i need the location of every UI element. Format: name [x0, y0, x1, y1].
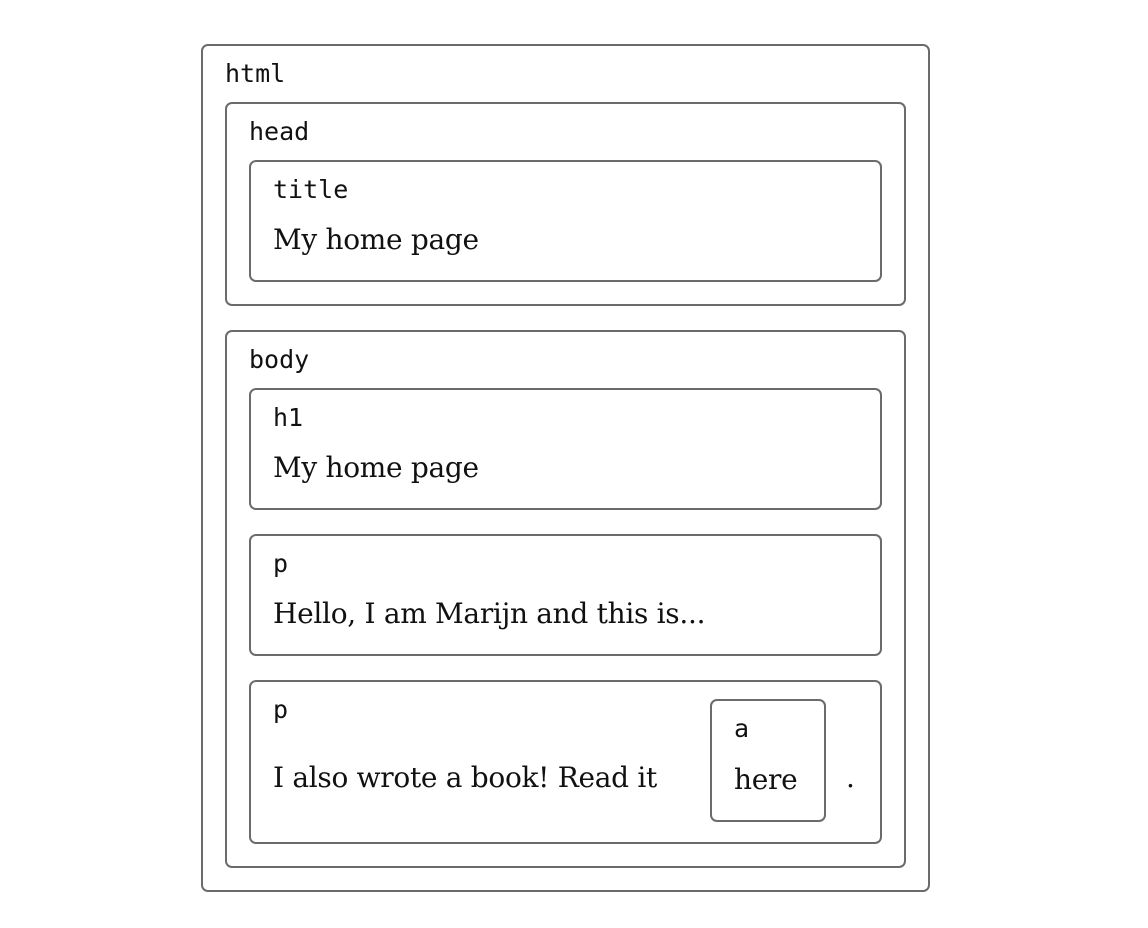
body-node-tag: body: [249, 345, 310, 374]
a-node-tag: a: [734, 714, 750, 743]
p1-node-tag: p: [273, 549, 289, 578]
p2-node-text: I also wrote a book! Read it: [273, 761, 657, 794]
h1-node-text: My home page: [273, 451, 479, 484]
a-node-text: here: [734, 763, 798, 796]
p2-node-box: p I also wrote a book! Read it a here .: [249, 680, 882, 844]
p1-node-box: p Hello, I am Marijn and this is...: [249, 534, 882, 656]
title-node-tag: title: [273, 175, 349, 204]
title-node-box: title My home page: [249, 160, 882, 282]
p2-node-trailing-text: .: [846, 761, 855, 794]
a-node-box: a here: [710, 699, 826, 822]
title-node-text: My home page: [273, 223, 479, 256]
h1-node-tag: h1: [273, 403, 304, 432]
p1-node-text: Hello, I am Marijn and this is...: [273, 597, 706, 630]
p2-node-tag: p: [273, 695, 289, 724]
head-node-tag: head: [249, 117, 310, 146]
h1-node-box: h1 My home page: [249, 388, 882, 510]
html-node-tag: html: [225, 59, 286, 88]
